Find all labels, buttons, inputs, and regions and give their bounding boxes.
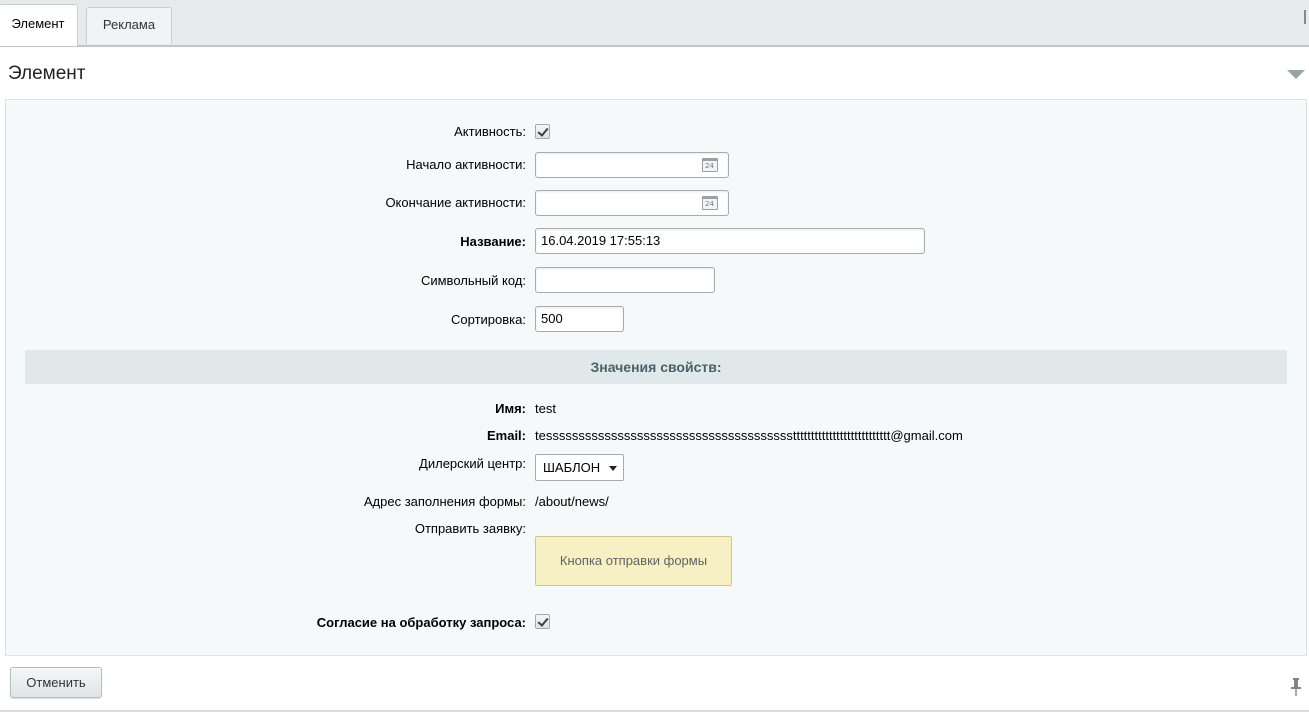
address-label: Адрес заполнения формы:	[363, 494, 526, 509]
properties-header: Значения свойств:	[25, 350, 1287, 384]
send-label: Отправить заявку:	[414, 521, 526, 536]
bottom-divider	[0, 710, 1309, 712]
calendar-icon-day: 24	[705, 162, 714, 170]
consent-checkbox[interactable]	[535, 614, 550, 629]
dropdown-arrow-icon	[609, 466, 617, 471]
name-label: Название:	[460, 234, 526, 249]
collapse-arrow-icon[interactable]	[1287, 70, 1305, 79]
sort-input[interactable]: 500	[535, 306, 624, 332]
send-form-button[interactable]: Кнопка отправки формы	[535, 536, 732, 586]
prop-email-value: tessssssssssssssssssssssssssssssssssssss…	[535, 428, 963, 443]
calendar-icon-day: 24	[705, 200, 714, 208]
section-title: Элемент	[8, 63, 86, 84]
start-date-label: Начало активности:	[406, 157, 526, 172]
calendar-icon[interactable]: 24	[702, 158, 718, 172]
prop-name-value: test	[535, 401, 556, 416]
name-input[interactable]: 16.04.2019 17:55:13	[535, 228, 925, 254]
dealer-select-value: ШАБЛОН	[543, 460, 601, 475]
address-value: /about/news/	[535, 494, 609, 509]
sort-label: Сортировка:	[451, 312, 526, 327]
tab-bar: Элемент Реклама	[0, 0, 1309, 47]
consent-label: Согласие на обработку запроса:	[316, 615, 526, 630]
start-date-input[interactable]	[535, 152, 729, 178]
cancel-button[interactable]: Отменить	[10, 667, 102, 698]
tab-element[interactable]: Элемент	[0, 4, 78, 46]
pin-icon-top[interactable]	[1304, 10, 1309, 24]
pin-icon[interactable]	[1290, 678, 1302, 696]
dealer-select[interactable]: ШАБЛОН	[535, 454, 624, 481]
dealer-label: Дилерский центр:	[419, 456, 526, 471]
active-label: Активность:	[454, 124, 526, 139]
active-checkbox[interactable]	[535, 124, 550, 139]
tab-advertising[interactable]: Реклама	[86, 7, 172, 44]
form-panel: Активность: Начало активности: 24 Оконча…	[5, 99, 1307, 656]
section-header: Элемент	[0, 49, 1309, 99]
code-input[interactable]	[535, 267, 715, 293]
calendar-icon[interactable]: 24	[702, 196, 718, 210]
end-date-input[interactable]	[535, 190, 729, 216]
code-label: Символьный код:	[420, 273, 526, 288]
prop-name-label: Имя:	[495, 401, 526, 416]
prop-email-label: Email:	[486, 428, 526, 443]
end-date-label: Окончание активности:	[385, 195, 526, 210]
